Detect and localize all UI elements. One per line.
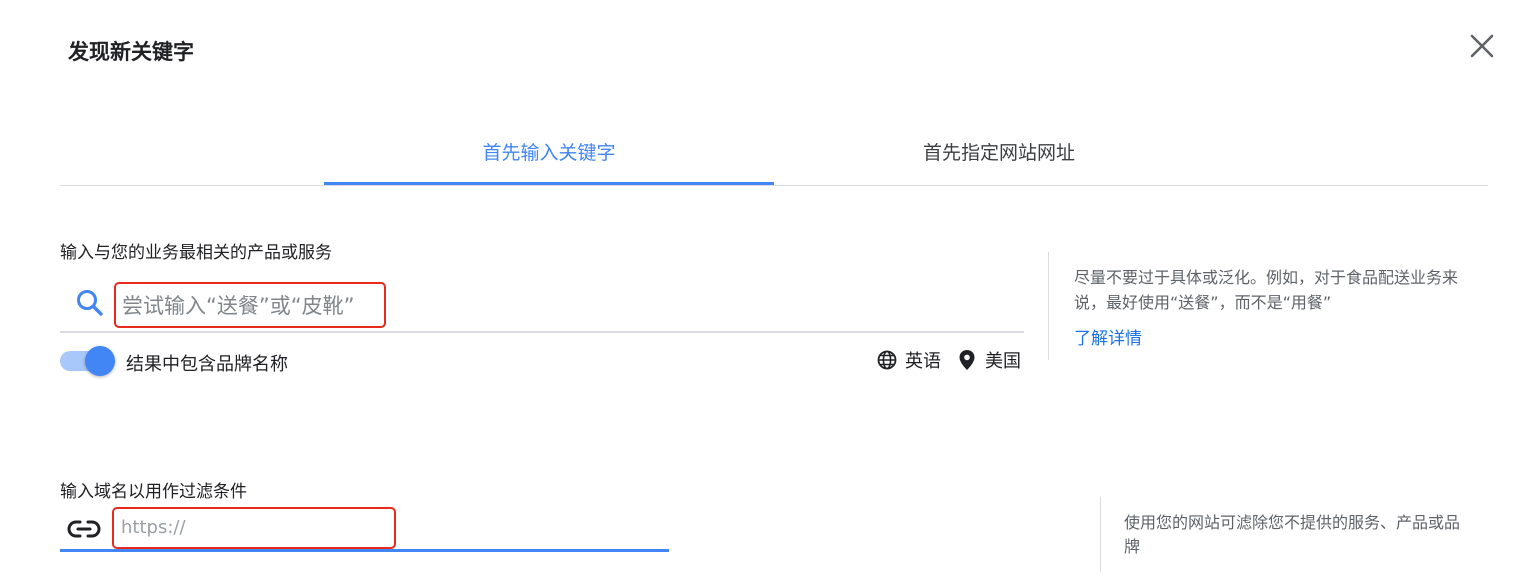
- close-button[interactable]: [1466, 30, 1498, 62]
- search-icon: [74, 287, 106, 319]
- close-icon: [1470, 34, 1494, 58]
- domain-input[interactable]: https://: [112, 507, 396, 549]
- tabs-divider: [60, 185, 1488, 186]
- language-selector[interactable]: 英语: [876, 347, 941, 373]
- globe-icon: [877, 350, 897, 370]
- hint-divider: [1048, 252, 1049, 360]
- location-value: 美国: [985, 351, 1021, 372]
- dialog-title: 发现新关键字: [68, 40, 194, 64]
- include-brands-label: 结果中包含品牌名称: [126, 354, 288, 375]
- language-value: 英语: [905, 351, 941, 372]
- include-brands-toggle[interactable]: [60, 346, 116, 376]
- keywords-hint: 尽量不要过于具体或泛化。例如，对于食品配送业务来说，最好使用“送餐”，而不是“用…: [1074, 268, 1459, 312]
- learn-more-link[interactable]: 了解详情: [1074, 324, 1142, 349]
- domain-hint: 使用您的网站可滤除您不提供的服务、产品或品牌: [1124, 513, 1461, 556]
- keywords-label: 输入与您的业务最相关的产品或服务: [60, 243, 332, 263]
- domain-hint-divider: [1100, 497, 1101, 572]
- link-icon: [67, 516, 101, 542]
- location-selector[interactable]: 美国: [958, 347, 1021, 373]
- tab-website[interactable]: 首先指定网站网址: [774, 138, 1224, 165]
- keywords-input-underline: [60, 331, 1024, 333]
- domain-input-underline: [60, 549, 669, 552]
- location-pin-icon: [959, 350, 975, 370]
- domain-label: 输入域名以用作过滤条件: [60, 482, 247, 502]
- toggle-knob: [85, 346, 115, 376]
- tab-keywords[interactable]: 首先输入关键字: [324, 138, 774, 165]
- keywords-input[interactable]: 尝试输入“送餐”或“皮靴”: [114, 282, 386, 328]
- active-tab-indicator: [324, 182, 774, 185]
